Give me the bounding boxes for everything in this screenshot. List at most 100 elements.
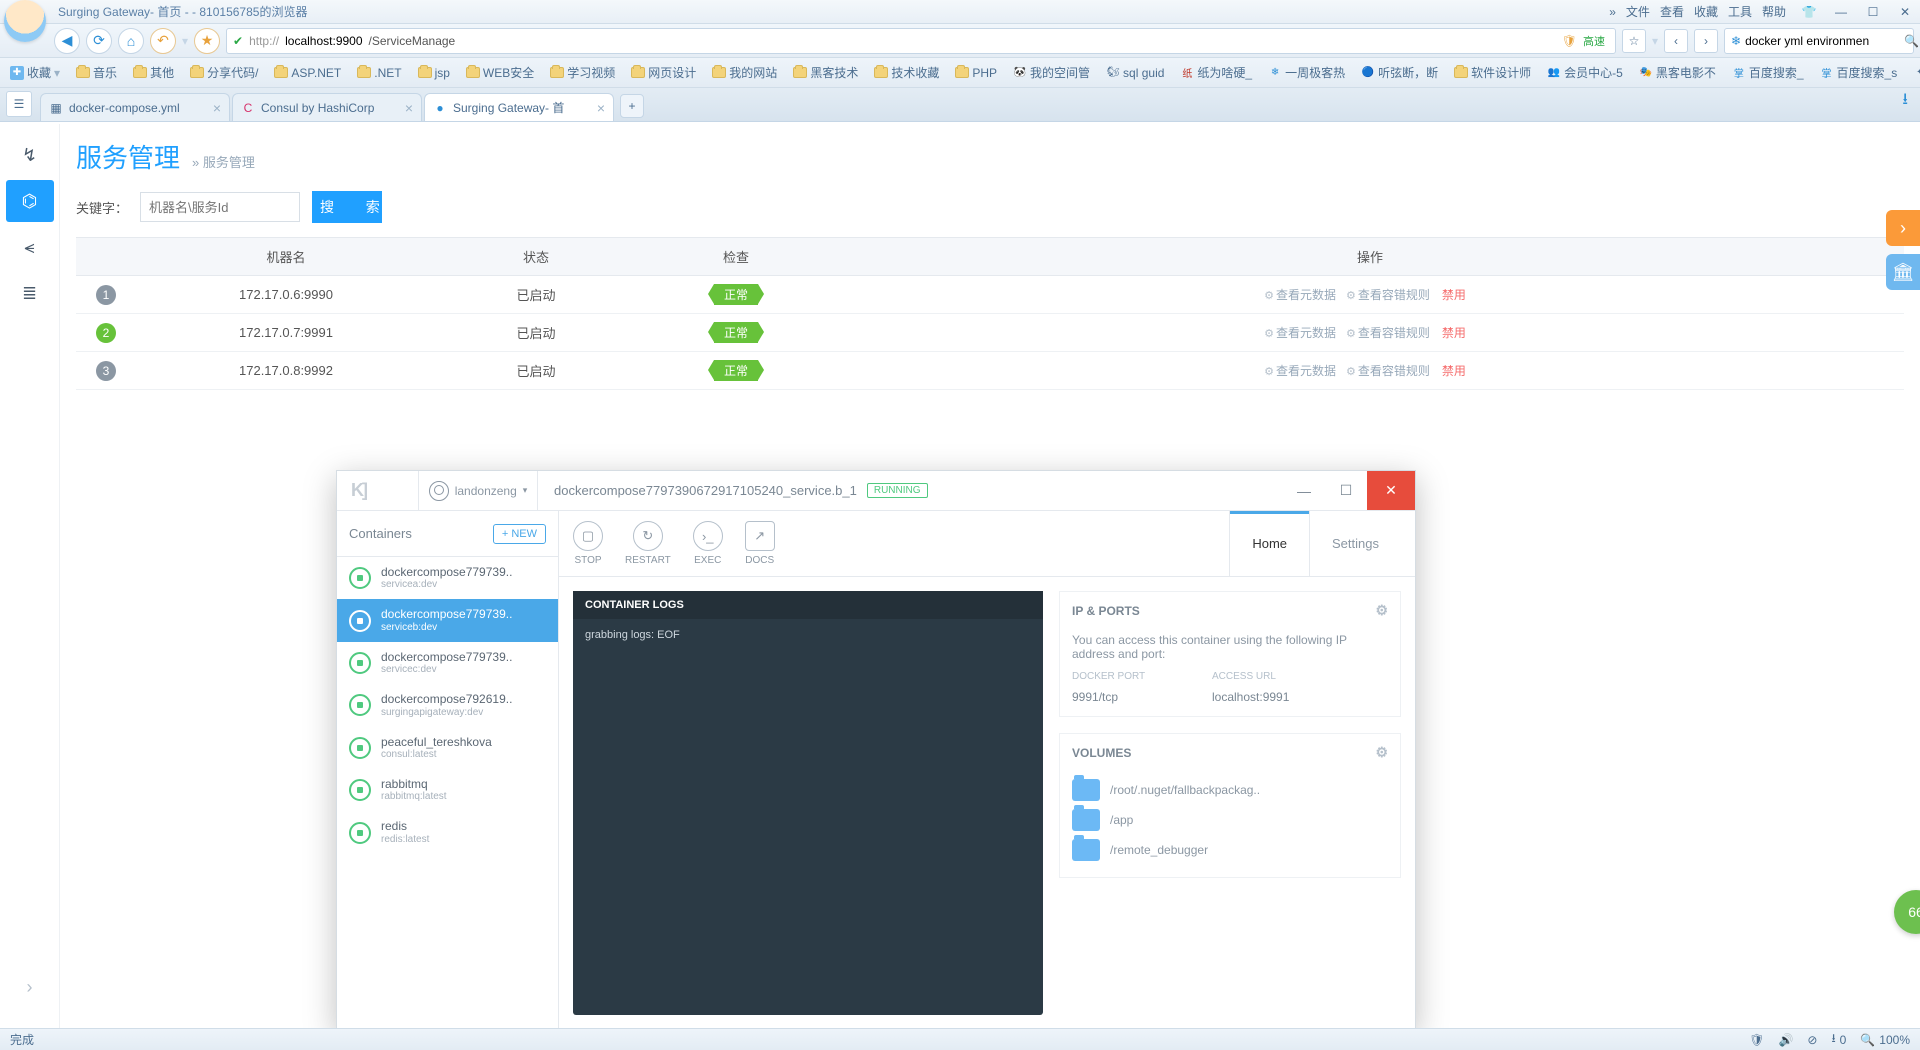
close-icon[interactable]: ✕ xyxy=(1896,5,1914,19)
bookmark-item[interactable]: ❄一周极客热 xyxy=(1264,62,1349,83)
op-view-meta[interactable]: 查看元数据 xyxy=(1264,364,1336,378)
sb-downloads[interactable]: ⭳ 0 xyxy=(1831,1029,1846,1050)
sb-block-icon[interactable]: ⊘ xyxy=(1807,1033,1817,1047)
sidenav-item-share[interactable]: ⪪ xyxy=(6,226,54,268)
op-disable[interactable]: 禁用 xyxy=(1440,364,1466,378)
bookmark-item[interactable]: 🎭黑客电影不 xyxy=(1635,62,1720,83)
stop-button[interactable]: ▢STOP xyxy=(573,521,603,566)
tab-close-icon[interactable]: × xyxy=(597,100,605,116)
downloads-icon[interactable]: ⭳ xyxy=(1902,88,1914,115)
container-item[interactable]: peaceful_tereshkovaconsul:latest xyxy=(337,727,558,769)
container-item[interactable]: rabbitmqrabbitmq:latest xyxy=(337,769,558,811)
container-item[interactable]: dockercompose779739..servicea:dev xyxy=(337,557,558,599)
fav-star-button[interactable]: ☆ xyxy=(1622,29,1646,53)
op-disable[interactable]: 禁用 xyxy=(1440,326,1466,340)
profile-avatar[interactable] xyxy=(4,0,46,42)
volume-row[interactable]: /remote_debugger xyxy=(1072,835,1388,865)
kite-maximize-button[interactable]: ☐ xyxy=(1325,471,1367,510)
volume-row[interactable]: /app xyxy=(1072,805,1388,835)
browser-tab[interactable]: ●Surging Gateway- 首× xyxy=(424,93,614,121)
bookmark-item[interactable]: ✚收藏▾ xyxy=(6,62,64,83)
bookmark-item[interactable]: 网页设计 xyxy=(627,62,700,83)
undo-button[interactable]: ↶ xyxy=(150,28,176,54)
back-button[interactable]: ◀ xyxy=(54,28,80,54)
shield-icon[interactable]: 🛡 xyxy=(1562,34,1577,48)
sidenav-expand-button[interactable]: › xyxy=(6,966,54,1008)
float-tab-library[interactable]: 🏛 xyxy=(1886,254,1920,290)
bookmark-item[interactable]: 其他 xyxy=(129,62,178,83)
container-item[interactable]: redisredis:latest xyxy=(337,811,558,853)
bookmark-item[interactable]: WEB安全 xyxy=(462,62,538,83)
new-container-button[interactable]: + NEW xyxy=(493,524,546,544)
bookmark-item[interactable]: 🐿sql guid xyxy=(1102,64,1168,82)
bookmark-item[interactable]: 掌百度搜索_ xyxy=(1728,62,1808,83)
op-view-fault[interactable]: 查看容错规则 xyxy=(1346,364,1430,378)
url-bar[interactable]: ✔ http:// localhost:9900 /ServiceManage … xyxy=(226,28,1616,54)
menu-more-icon[interactable]: » xyxy=(1609,5,1616,19)
sb-sound-icon[interactable]: 🔊 xyxy=(1778,1033,1793,1047)
bookmark-item[interactable]: jsp xyxy=(414,64,454,82)
sb-zoom[interactable]: 🔍 100% xyxy=(1860,1033,1910,1047)
bookmark-item[interactable]: 掌百度搜索_s xyxy=(1816,62,1902,83)
bookmark-item[interactable]: 我的网站 xyxy=(708,62,781,83)
kitematic-user[interactable]: landonzeng ▾ xyxy=(418,471,538,510)
nav-next-button[interactable]: › xyxy=(1694,29,1718,53)
tab-close-icon[interactable]: × xyxy=(405,100,413,116)
bookmark-item[interactable]: ✦vi xyxy=(1909,64,1920,82)
tab-close-icon[interactable]: × xyxy=(213,100,221,116)
bookmark-item[interactable]: .NET xyxy=(353,64,405,82)
docs-button[interactable]: ↗DOCS xyxy=(745,521,775,566)
access-url[interactable]: localhost:9991 xyxy=(1212,690,1289,704)
volume-row[interactable]: /root/.nuget/fallbackpackag.. xyxy=(1072,775,1388,805)
gear-icon[interactable]: ⚙ xyxy=(1375,602,1388,619)
gear-icon[interactable]: ⚙ xyxy=(1375,744,1388,761)
kite-minimize-button[interactable]: — xyxy=(1283,471,1325,510)
search-engine-box[interactable]: ❄ 🔍 xyxy=(1724,28,1914,54)
menu-file[interactable]: 文件 xyxy=(1626,3,1650,20)
star-button[interactable]: ★ xyxy=(194,28,220,54)
bookmark-item[interactable]: 黑客技术 xyxy=(789,62,862,83)
bookmark-item[interactable]: 纸纸为啥硬_ xyxy=(1176,62,1256,83)
sb-shield-icon[interactable]: 🛡 xyxy=(1749,1033,1764,1047)
menu-view[interactable]: 查看 xyxy=(1660,3,1684,20)
menu-tools[interactable]: 工具 xyxy=(1728,3,1752,20)
tabs-menu-button[interactable]: ☰ xyxy=(6,91,32,117)
browser-tab[interactable]: ▦docker-compose.yml× xyxy=(40,93,230,121)
nav-prev-button[interactable]: ‹ xyxy=(1664,29,1688,53)
op-view-fault[interactable]: 查看容错规则 xyxy=(1346,326,1430,340)
sidenav-item-topology[interactable]: ⌬ xyxy=(6,180,54,222)
float-tab-notice[interactable]: › xyxy=(1886,210,1920,246)
restart-button[interactable]: ↻RESTART xyxy=(625,521,671,566)
bookmark-item[interactable]: 学习视频 xyxy=(546,62,619,83)
op-view-meta[interactable]: 查看元数据 xyxy=(1264,288,1336,302)
bookmark-item[interactable]: ASP.NET xyxy=(270,64,345,82)
search-button[interactable]: 搜 索 xyxy=(312,191,382,223)
browser-tab[interactable]: CConsul by HashiCorp× xyxy=(232,93,422,121)
bookmark-item[interactable]: 分享代码/ xyxy=(186,62,262,83)
home-button[interactable]: ⌂ xyxy=(118,28,144,54)
bookmark-item[interactable]: 🔵听弦断，断 xyxy=(1357,62,1442,83)
bookmark-item[interactable]: PHP xyxy=(951,64,1001,82)
minimize-icon[interactable]: — xyxy=(1832,5,1850,19)
container-item[interactable]: dockercompose779739..servicec:dev xyxy=(337,642,558,684)
container-item[interactable]: dockercompose792619..surgingapigateway:d… xyxy=(337,684,558,726)
bookmark-item[interactable]: 软件设计师 xyxy=(1450,62,1535,83)
container-item[interactable]: dockercompose779739..serviceb:dev xyxy=(337,599,558,641)
keyword-input[interactable] xyxy=(140,192,300,222)
tab-settings[interactable]: Settings xyxy=(1309,511,1401,576)
sidenav-item-link[interactable]: ↯ xyxy=(6,134,54,176)
menu-help[interactable]: 帮助 xyxy=(1762,3,1786,20)
search-go-icon[interactable]: 🔍 xyxy=(1904,34,1919,48)
kite-close-button[interactable]: ✕ xyxy=(1367,471,1415,510)
skin-icon[interactable]: 👕 xyxy=(1800,5,1818,19)
menu-fav[interactable]: 收藏 xyxy=(1694,3,1718,20)
maximize-icon[interactable]: ☐ xyxy=(1864,5,1882,19)
sidenav-item-list[interactable]: ≣ xyxy=(6,272,54,314)
op-disable[interactable]: 禁用 xyxy=(1440,288,1466,302)
exec-button[interactable]: ›_EXEC xyxy=(693,521,723,566)
bookmark-item[interactable]: 音乐 xyxy=(72,62,121,83)
search-engine-input[interactable] xyxy=(1745,34,1900,48)
bookmark-item[interactable]: 技术收藏 xyxy=(870,62,943,83)
op-view-meta[interactable]: 查看元数据 xyxy=(1264,326,1336,340)
tab-home[interactable]: Home xyxy=(1229,511,1309,576)
